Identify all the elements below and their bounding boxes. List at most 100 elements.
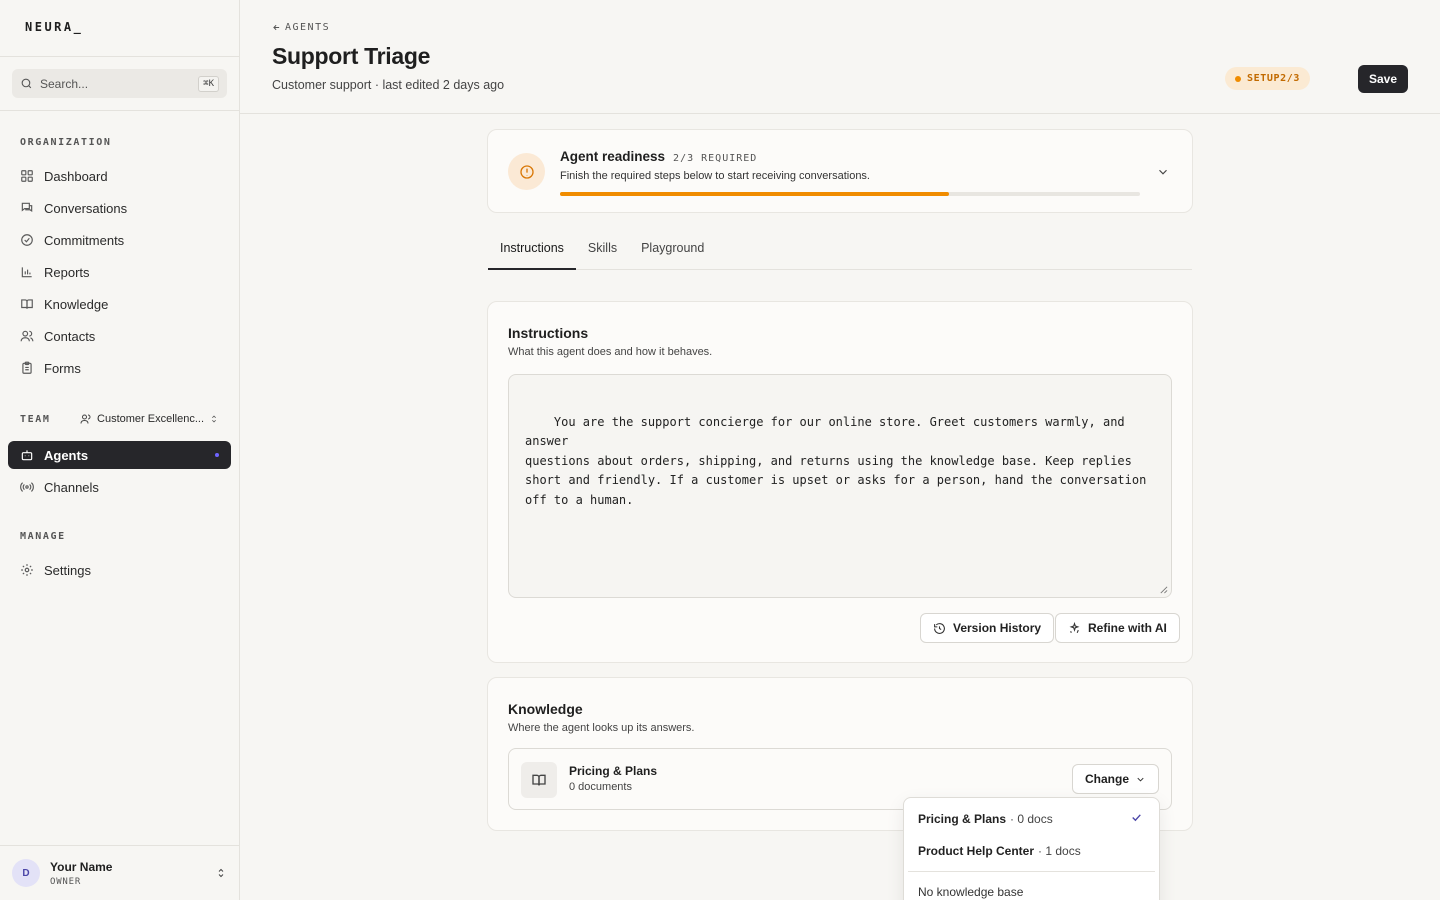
sidebar-item-label: Reports bbox=[44, 264, 90, 280]
sidebar-item-contacts[interactable]: Contacts bbox=[0, 320, 239, 352]
readiness-progress-fill bbox=[560, 192, 949, 196]
knowledge-title: Knowledge bbox=[508, 701, 583, 717]
users-icon bbox=[20, 329, 34, 343]
sidebar-item-agents[interactable]: Agents bbox=[8, 441, 231, 469]
page-header: AGENTS Support Triage Customer support ·… bbox=[240, 0, 1440, 114]
tab-bar: Instructions Skills Playground bbox=[488, 234, 1192, 270]
check-icon bbox=[1130, 811, 1143, 824]
instructions-title: Instructions bbox=[508, 325, 589, 341]
chevron-down-icon[interactable] bbox=[1156, 165, 1170, 179]
sidebar: NEURA_ Search... ⌘K ORGANIZATION Dashboa… bbox=[0, 0, 240, 900]
team-name: Customer Excellenc... bbox=[97, 413, 204, 425]
search-input[interactable]: Search... ⌘K bbox=[12, 69, 227, 98]
option-name: No knowledge base bbox=[918, 885, 1024, 899]
search-placeholder: Search... bbox=[40, 76, 89, 91]
sidebar-item-reports[interactable]: Reports bbox=[0, 256, 239, 288]
chevron-down-icon bbox=[1135, 774, 1146, 785]
instructions-textarea[interactable]: You are the support concierge for our on… bbox=[508, 374, 1172, 598]
app-logo[interactable]: NEURA_ bbox=[0, 0, 239, 57]
sidebar-item-label: Dashboard bbox=[44, 168, 108, 184]
readiness-title: Agent readiness bbox=[560, 149, 666, 164]
sidebar-item-label: Knowledge bbox=[44, 296, 109, 312]
sidebar-item-channels[interactable]: Channels bbox=[0, 471, 239, 503]
page-title: Support Triage bbox=[272, 43, 431, 69]
chat-icon bbox=[20, 201, 34, 215]
readiness-card[interactable]: Agent readiness 2/3 REQUIRED Finish the … bbox=[487, 129, 1193, 213]
check-circle-icon bbox=[20, 233, 34, 247]
sidebar-item-label: Channels bbox=[44, 479, 99, 495]
tab-instructions[interactable]: Instructions bbox=[488, 234, 576, 270]
clipboard-icon bbox=[20, 361, 34, 375]
team-row: TEAM Customer Excellenc... bbox=[0, 409, 239, 429]
section-label-organization: ORGANIZATION bbox=[20, 137, 112, 148]
arrow-left-icon bbox=[272, 23, 281, 32]
save-button[interactable]: Save bbox=[1358, 65, 1408, 93]
instructions-description: What this agent does and how it behaves. bbox=[508, 346, 713, 358]
sidebar-item-knowledge[interactable]: Knowledge bbox=[0, 288, 239, 320]
knowledge-base-name: Pricing & Plans bbox=[569, 764, 658, 778]
status-badge-label: SETUP2/3 bbox=[1247, 73, 1300, 84]
breadcrumb-label: AGENTS bbox=[285, 22, 331, 33]
sidebar-item-label: Agents bbox=[44, 447, 89, 463]
knowledge-description: Where the agent looks up its answers. bbox=[508, 722, 695, 734]
sidebar-item-forms[interactable]: Forms bbox=[0, 352, 239, 384]
version-history-button[interactable]: Version History bbox=[920, 613, 1055, 643]
readiness-description: Finish the required steps below to start… bbox=[560, 170, 870, 182]
option-name: Pricing & Plans bbox=[918, 812, 1007, 826]
section-label-manage: MANAGE bbox=[20, 531, 66, 542]
user-name: Your Name bbox=[50, 859, 113, 874]
breadcrumb[interactable]: AGENTS bbox=[272, 22, 330, 33]
tab-playground[interactable]: Playground bbox=[629, 234, 716, 270]
dropdown-divider bbox=[908, 871, 1155, 872]
dropdown-option-pricing[interactable]: Pricing & Plans · 0 docs bbox=[918, 812, 1053, 826]
tab-skills[interactable]: Skills bbox=[576, 234, 629, 270]
dropdown-option-none[interactable]: No knowledge base bbox=[918, 885, 1023, 899]
history-icon bbox=[933, 622, 946, 635]
sidebar-item-label: Settings bbox=[44, 562, 91, 578]
readiness-progress-bar bbox=[560, 192, 1140, 196]
grid-icon bbox=[20, 169, 34, 183]
sidebar-item-label: Commitments bbox=[44, 232, 125, 248]
sidebar-item-conversations[interactable]: Conversations bbox=[0, 192, 239, 224]
version-history-label: Version History bbox=[953, 621, 1042, 635]
section-label-team: TEAM bbox=[20, 413, 51, 425]
refine-with-ai-button[interactable]: Refine with AI bbox=[1055, 613, 1180, 643]
chevron-updown-icon bbox=[215, 867, 227, 879]
option-count: · 1 docs bbox=[1038, 844, 1081, 858]
gear-icon bbox=[20, 563, 34, 577]
search-shortcut: ⌘K bbox=[198, 75, 219, 92]
option-count: · 0 docs bbox=[1010, 812, 1053, 826]
search-container: Search... ⌘K bbox=[0, 57, 239, 111]
knowledge-dropdown: Pricing & Plans · 0 docs Product Help Ce… bbox=[903, 797, 1160, 900]
user-role: OWNER bbox=[50, 876, 82, 887]
change-knowledge-button[interactable]: Change bbox=[1071, 764, 1159, 794]
avatar: D bbox=[12, 859, 40, 887]
sidebar-item-dashboard[interactable]: Dashboard bbox=[0, 160, 239, 192]
sidebar-item-commitments[interactable]: Commitments bbox=[0, 224, 239, 256]
resize-handle-icon[interactable] bbox=[1159, 585, 1168, 594]
team-selector[interactable]: Customer Excellenc... bbox=[80, 413, 219, 425]
sidebar-item-label: Conversations bbox=[44, 200, 128, 216]
broadcast-icon bbox=[20, 480, 34, 494]
sidebar-item-label: Contacts bbox=[44, 328, 96, 344]
instructions-text: You are the support concierge for our on… bbox=[525, 414, 1147, 507]
refine-label: Refine with AI bbox=[1088, 621, 1167, 635]
instructions-card: Instructions What this agent does and ho… bbox=[487, 301, 1193, 663]
book-icon bbox=[521, 762, 557, 798]
search-icon bbox=[20, 77, 33, 90]
readiness-required: 2/3 REQUIRED bbox=[673, 153, 758, 164]
option-name: Product Help Center bbox=[918, 844, 1035, 858]
bar-chart-icon bbox=[20, 265, 34, 279]
bot-icon bbox=[20, 448, 34, 462]
alert-circle-icon bbox=[508, 153, 545, 190]
team-users-icon bbox=[80, 413, 92, 425]
sidebar-item-settings[interactable]: Settings bbox=[0, 554, 239, 586]
sidebar-item-label: Forms bbox=[44, 360, 81, 376]
status-dot bbox=[1235, 75, 1242, 82]
dropdown-option-help-center[interactable]: Product Help Center · 1 docs bbox=[918, 844, 1081, 858]
readiness-title-row: Agent readiness 2/3 REQUIRED bbox=[560, 149, 757, 164]
sparkles-icon bbox=[1068, 621, 1081, 635]
user-menu[interactable]: D Your Name OWNER bbox=[0, 845, 239, 900]
page-subtitle: Customer support · last edited 2 days ag… bbox=[272, 78, 505, 92]
book-icon bbox=[20, 297, 34, 311]
